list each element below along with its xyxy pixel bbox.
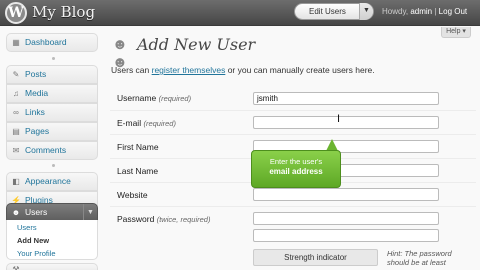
submenu-item-your-profile[interactable]: Your Profile (17, 249, 56, 258)
form-divider (110, 110, 476, 111)
sidebar-item-appearance[interactable]: ◧ Appearance (6, 172, 98, 191)
favorite-actions-dropdown[interactable]: Edit Users ▼ (294, 3, 374, 20)
link-icon: ∞ (13, 108, 19, 117)
first-name-label: First Name (117, 142, 159, 152)
form-divider (110, 134, 476, 135)
website-field[interactable] (253, 188, 439, 201)
pin-icon: ✎ (12, 70, 20, 79)
password-label: Password (twice, required) (117, 214, 211, 224)
register-link[interactable]: register themselves (152, 65, 226, 75)
help-tab[interactable]: Help ▾ (441, 27, 471, 38)
menu-separator (6, 55, 98, 62)
strength-indicator: Strength indicator (253, 249, 378, 266)
submenu-item-users[interactable]: Users (17, 223, 37, 232)
form-divider (110, 206, 476, 207)
admin-sidebar: ▦ Dashboard ✎ Posts ♫ Media ∞ Links ▤ Pa… (0, 27, 104, 270)
users-icon: ☻ (11, 208, 21, 217)
profile-link[interactable]: admin (410, 7, 432, 16)
email-label: E-mail (required) (117, 118, 176, 128)
password-confirm-field[interactable] (253, 229, 439, 242)
sidebar-item-pages[interactable]: ▤ Pages (6, 122, 98, 141)
password-field[interactable] (253, 212, 439, 225)
sidebar-item-media[interactable]: ♫ Media (6, 84, 98, 103)
appearance-icon: ◧ (12, 177, 20, 186)
chevron-down-icon[interactable]: ▼ (359, 3, 373, 20)
user-greeting: Howdy, admin | Log Out (382, 7, 468, 16)
media-icon: ♫ (13, 89, 19, 98)
menu-separator (6, 162, 98, 169)
page-title: Add New User (137, 35, 256, 54)
password-hint: Hint: The password should be at least (387, 249, 452, 267)
website-label: Website (117, 190, 148, 200)
site-title[interactable]: My Blog (32, 3, 95, 21)
logout-link[interactable]: Log Out (439, 7, 467, 16)
pages-icon: ▤ (12, 127, 20, 136)
tutorial-callout: Enter the user's email address (251, 150, 341, 188)
submenu-item-add-new[interactable]: Add New (17, 236, 49, 245)
sidebar-item-comments[interactable]: ✉ Comments (6, 141, 98, 160)
dashboard-icon: ▦ (12, 38, 20, 47)
username-field[interactable]: jsmith (253, 92, 439, 105)
comment-icon: ✉ (12, 146, 20, 155)
admin-header: W My Blog Edit Users ▼ Howdy, admin | Lo… (0, 0, 480, 26)
last-name-label: Last Name (117, 166, 159, 176)
sidebar-item-links[interactable]: ∞ Links (6, 103, 98, 122)
menu-toggle-icon[interactable]: ▼ (83, 204, 97, 221)
username-label: Username (required) (117, 93, 192, 103)
tools-icon: ⚒ (12, 265, 20, 270)
sidebar-item-tools[interactable]: ⚒ (6, 263, 98, 270)
email-field[interactable] (253, 116, 439, 129)
wordpress-logo-icon[interactable]: W (5, 2, 27, 24)
users-submenu: Users Add New Your Profile (6, 220, 98, 260)
sidebar-item-posts[interactable]: ✎ Posts (6, 65, 98, 84)
sidebar-item-dashboard[interactable]: ▦ Dashboard (6, 33, 98, 52)
mouse-cursor-icon: I (337, 113, 341, 125)
favorite-actions-label: Edit Users (309, 7, 346, 16)
users-page-icon: ☻☻ (112, 36, 128, 71)
intro-text: Users can register themselves or you can… (111, 65, 375, 75)
